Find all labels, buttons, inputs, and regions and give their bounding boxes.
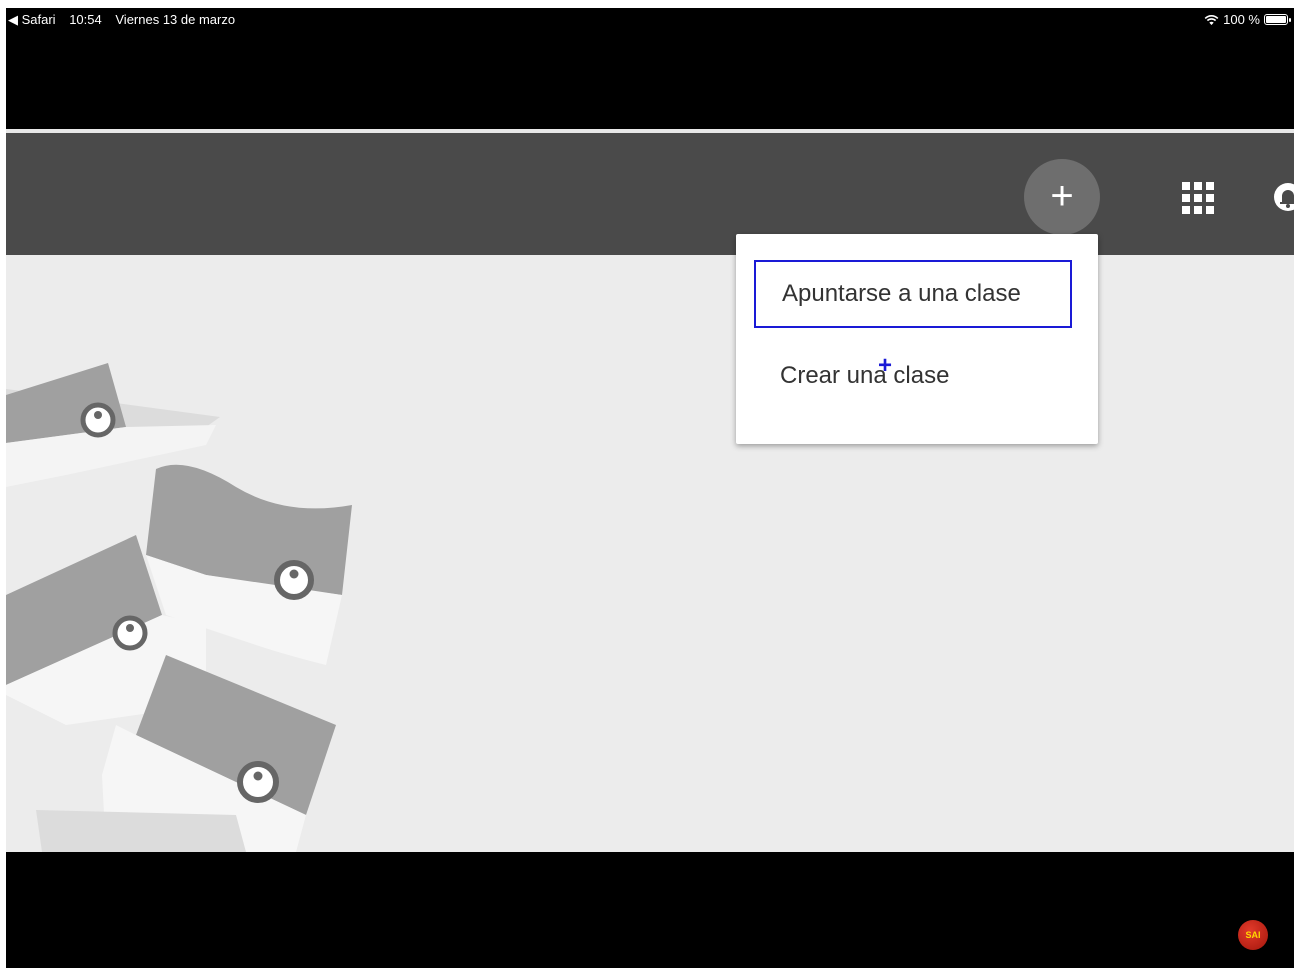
watermark-logo: SAI — [1238, 920, 1268, 950]
add-class-button[interactable]: + — [1024, 159, 1100, 235]
screen-frame: ◀ Safari 10:54 Viernes 13 de marzo 100 %… — [6, 8, 1294, 968]
ios-status-bar: ◀ Safari 10:54 Viernes 13 de marzo 100 % — [6, 8, 1294, 34]
add-class-menu: Apuntarse a una clase Crear una clase + — [736, 234, 1098, 444]
bell-icon — [1274, 183, 1294, 211]
back-to-safari-link[interactable]: ◀ Safari — [8, 12, 56, 27]
status-right: 100 % — [1204, 12, 1291, 27]
status-time: 10:54 — [69, 12, 102, 27]
menu-item-create-class[interactable]: Crear una clase — [754, 342, 1072, 410]
wifi-icon — [1204, 14, 1219, 25]
status-date: Viernes 13 de marzo — [115, 12, 236, 27]
battery-percent: 100 % — [1223, 12, 1260, 27]
empty-classes-illustration — [6, 363, 352, 852]
menu-item-join-class[interactable]: Apuntarse a una clase — [754, 260, 1072, 328]
apps-grid-icon — [1182, 182, 1214, 214]
battery-icon — [1264, 14, 1291, 25]
main-content — [6, 255, 1294, 852]
pointer-cursor-icon: + — [878, 352, 893, 379]
google-apps-button[interactable] — [1182, 182, 1214, 214]
app-header: + — [6, 133, 1294, 255]
notifications-button[interactable] — [1268, 181, 1294, 213]
bottom-letterbox — [6, 852, 1294, 968]
status-left: ◀ Safari 10:54 Viernes 13 de marzo — [8, 12, 245, 28]
